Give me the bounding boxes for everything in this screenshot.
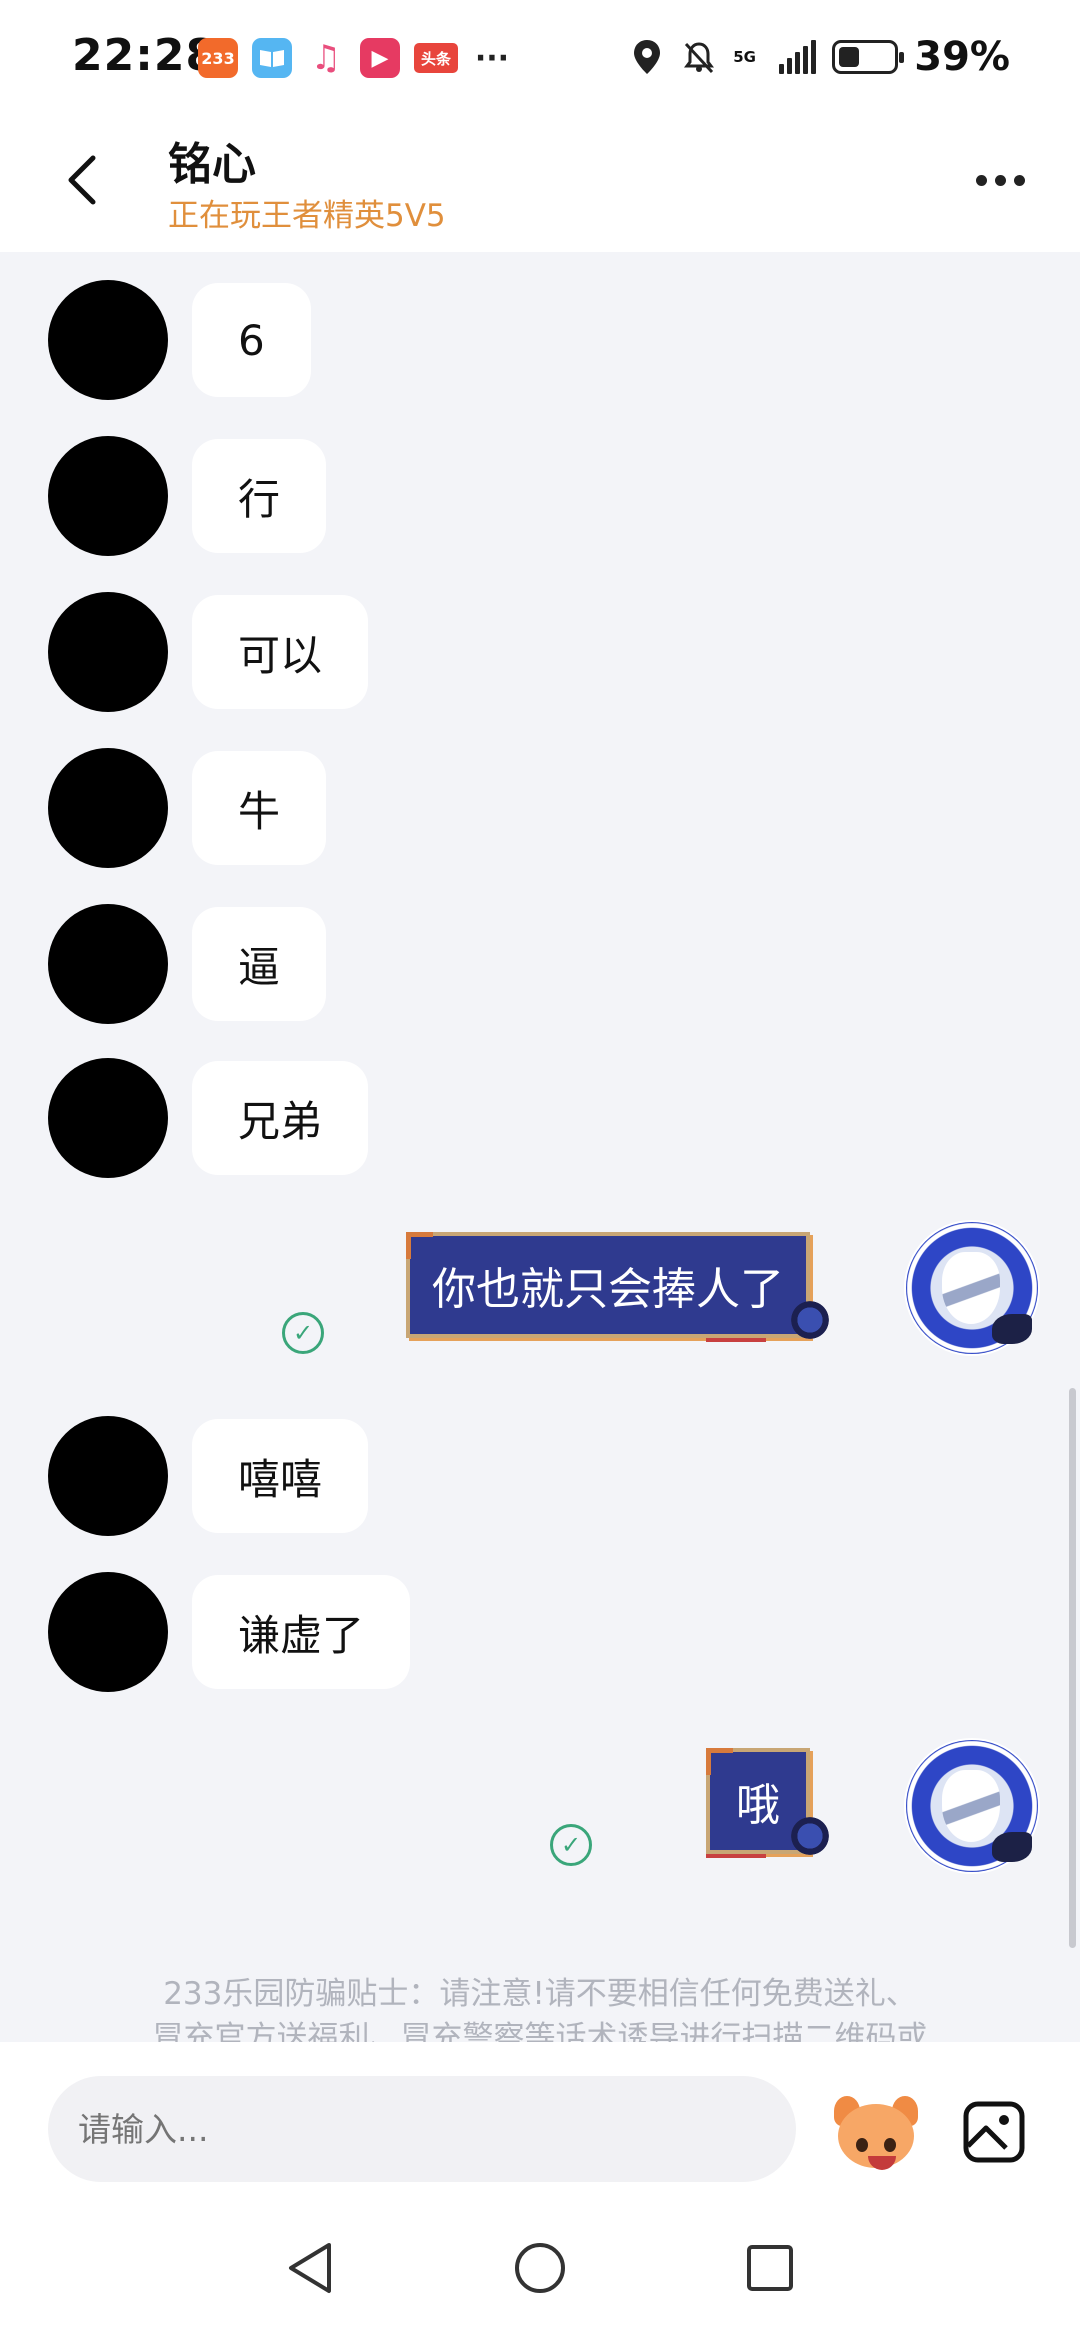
message-bubble[interactable]: 兄弟 xyxy=(192,1061,369,1175)
status-indicators: 5G 39% xyxy=(629,34,1010,80)
more-options-button[interactable] xyxy=(960,152,1040,208)
self-avatar[interactable] xyxy=(906,1222,1038,1354)
avatar-detail xyxy=(992,1832,1032,1862)
network-type: 5G xyxy=(733,48,756,66)
nav-recents-button[interactable] xyxy=(740,2238,800,2298)
self-message-bubble[interactable]: 哦 xyxy=(706,1748,832,1858)
signal-icon xyxy=(779,40,817,74)
emoji-eye xyxy=(884,2138,896,2152)
self-message-text: 你也就只会捧人了 xyxy=(432,1264,784,1315)
chat-header: 铭心 正在玩王者精英5V5 xyxy=(0,100,1080,252)
more-dot-icon xyxy=(975,174,987,186)
bubble-frame-accent xyxy=(706,1854,766,1858)
avatar-face xyxy=(942,1770,1000,1842)
contact-avatar[interactable] xyxy=(48,1416,168,1536)
message-bubble[interactable]: 可以 xyxy=(192,595,369,709)
image-icon xyxy=(963,2101,1025,2163)
bubble-frame-corner xyxy=(706,1748,733,1775)
status-app-icons: 233 ♫ ▶ 头条 ··· xyxy=(198,38,512,78)
more-notifications-icon: ··· xyxy=(474,40,510,76)
battery-icon xyxy=(832,40,905,74)
anti-fraud-tip: 233乐园防骗贴士：请注意!请不要相信任何免费送礼、 冒充官方送福利、冒充警察等… xyxy=(0,1972,1080,2042)
message-bubble[interactable]: 逼 xyxy=(192,907,327,1021)
more-dot-icon xyxy=(1013,174,1025,186)
contact-game-status: 正在玩王者精英5V5 xyxy=(168,198,446,234)
back-button[interactable] xyxy=(52,144,112,216)
emoji-mascot-icon xyxy=(838,2104,914,2170)
contact-avatar[interactable] xyxy=(48,1058,168,1178)
contact-avatar[interactable] xyxy=(48,592,168,712)
sent-check-icon: ✓ xyxy=(550,1824,592,1866)
message-bubble[interactable]: 行 xyxy=(192,439,327,553)
message-bubble[interactable]: 嘻嘻 xyxy=(192,1419,369,1533)
message-bubble[interactable]: 6 xyxy=(192,283,311,397)
message-bubble[interactable]: 谦虚了 xyxy=(192,1575,411,1689)
square-recents-icon xyxy=(747,2245,793,2291)
tip-line: 233乐园防骗贴士：请注意!请不要相信任何免费送礼、 xyxy=(163,1976,917,2012)
toutiao-app-icon: 头条 xyxy=(414,43,458,73)
contact-avatar[interactable] xyxy=(48,1572,168,1692)
bubble-frame-corner xyxy=(406,1232,433,1259)
message-list[interactable]: 6 行 可以 牛 逼 兄弟 你也就只会捧人了 ✓ 嘻嘻 谦虚了 哦 ✓ xyxy=(0,252,1080,2042)
battery-level xyxy=(839,47,860,67)
system-nav-bar xyxy=(0,2192,1080,2340)
emoji-eye xyxy=(856,2138,868,2152)
more-dot-icon xyxy=(994,174,1006,186)
self-message-text: 哦 xyxy=(736,1780,780,1831)
tip-line: 冒充官方送福利、冒充警察等话术诱导进行扫描二维码或 xyxy=(152,2020,928,2042)
message-bubble[interactable]: 牛 xyxy=(192,751,327,865)
contact-avatar[interactable] xyxy=(48,904,168,1024)
location-icon xyxy=(629,39,665,75)
triangle-back-icon xyxy=(289,2243,331,2293)
video-app-icon: ▶ xyxy=(360,38,400,78)
contact-avatar[interactable] xyxy=(48,748,168,868)
nav-back-button[interactable] xyxy=(280,2238,340,2298)
nav-home-button[interactable] xyxy=(510,2238,570,2298)
self-message-bubble[interactable]: 你也就只会捧人了 xyxy=(406,1232,832,1342)
status-time: 22:28 xyxy=(72,30,218,81)
self-avatar[interactable] xyxy=(906,1740,1038,1872)
avatar-detail xyxy=(992,1314,1032,1344)
message-input[interactable] xyxy=(48,2076,796,2182)
circle-home-icon xyxy=(515,2243,565,2293)
emoji-mouth xyxy=(868,2156,896,2170)
avatar-face xyxy=(942,1252,1000,1324)
contact-name[interactable]: 铭心 xyxy=(168,128,256,192)
chevron-left-icon xyxy=(68,155,96,205)
status-bar: 22:28 233 ♫ ▶ 头条 ··· 5G 39% xyxy=(0,0,1080,100)
battery-percent: 39% xyxy=(914,34,1010,80)
chat-scrollbar[interactable] xyxy=(1069,1388,1076,1948)
sent-check-icon: ✓ xyxy=(282,1312,324,1354)
bubble-frame-accent xyxy=(706,1338,766,1342)
mute-bell-icon xyxy=(681,39,717,75)
image-button[interactable] xyxy=(962,2100,1026,2164)
app-233-icon: 233 xyxy=(198,38,238,78)
music-app-icon: ♫ xyxy=(310,38,342,78)
contact-avatar[interactable] xyxy=(48,436,168,556)
reader-app-icon xyxy=(252,38,292,78)
input-bar xyxy=(0,2042,1080,2192)
contact-avatar[interactable] xyxy=(48,280,168,400)
emoji-button[interactable] xyxy=(832,2092,920,2172)
